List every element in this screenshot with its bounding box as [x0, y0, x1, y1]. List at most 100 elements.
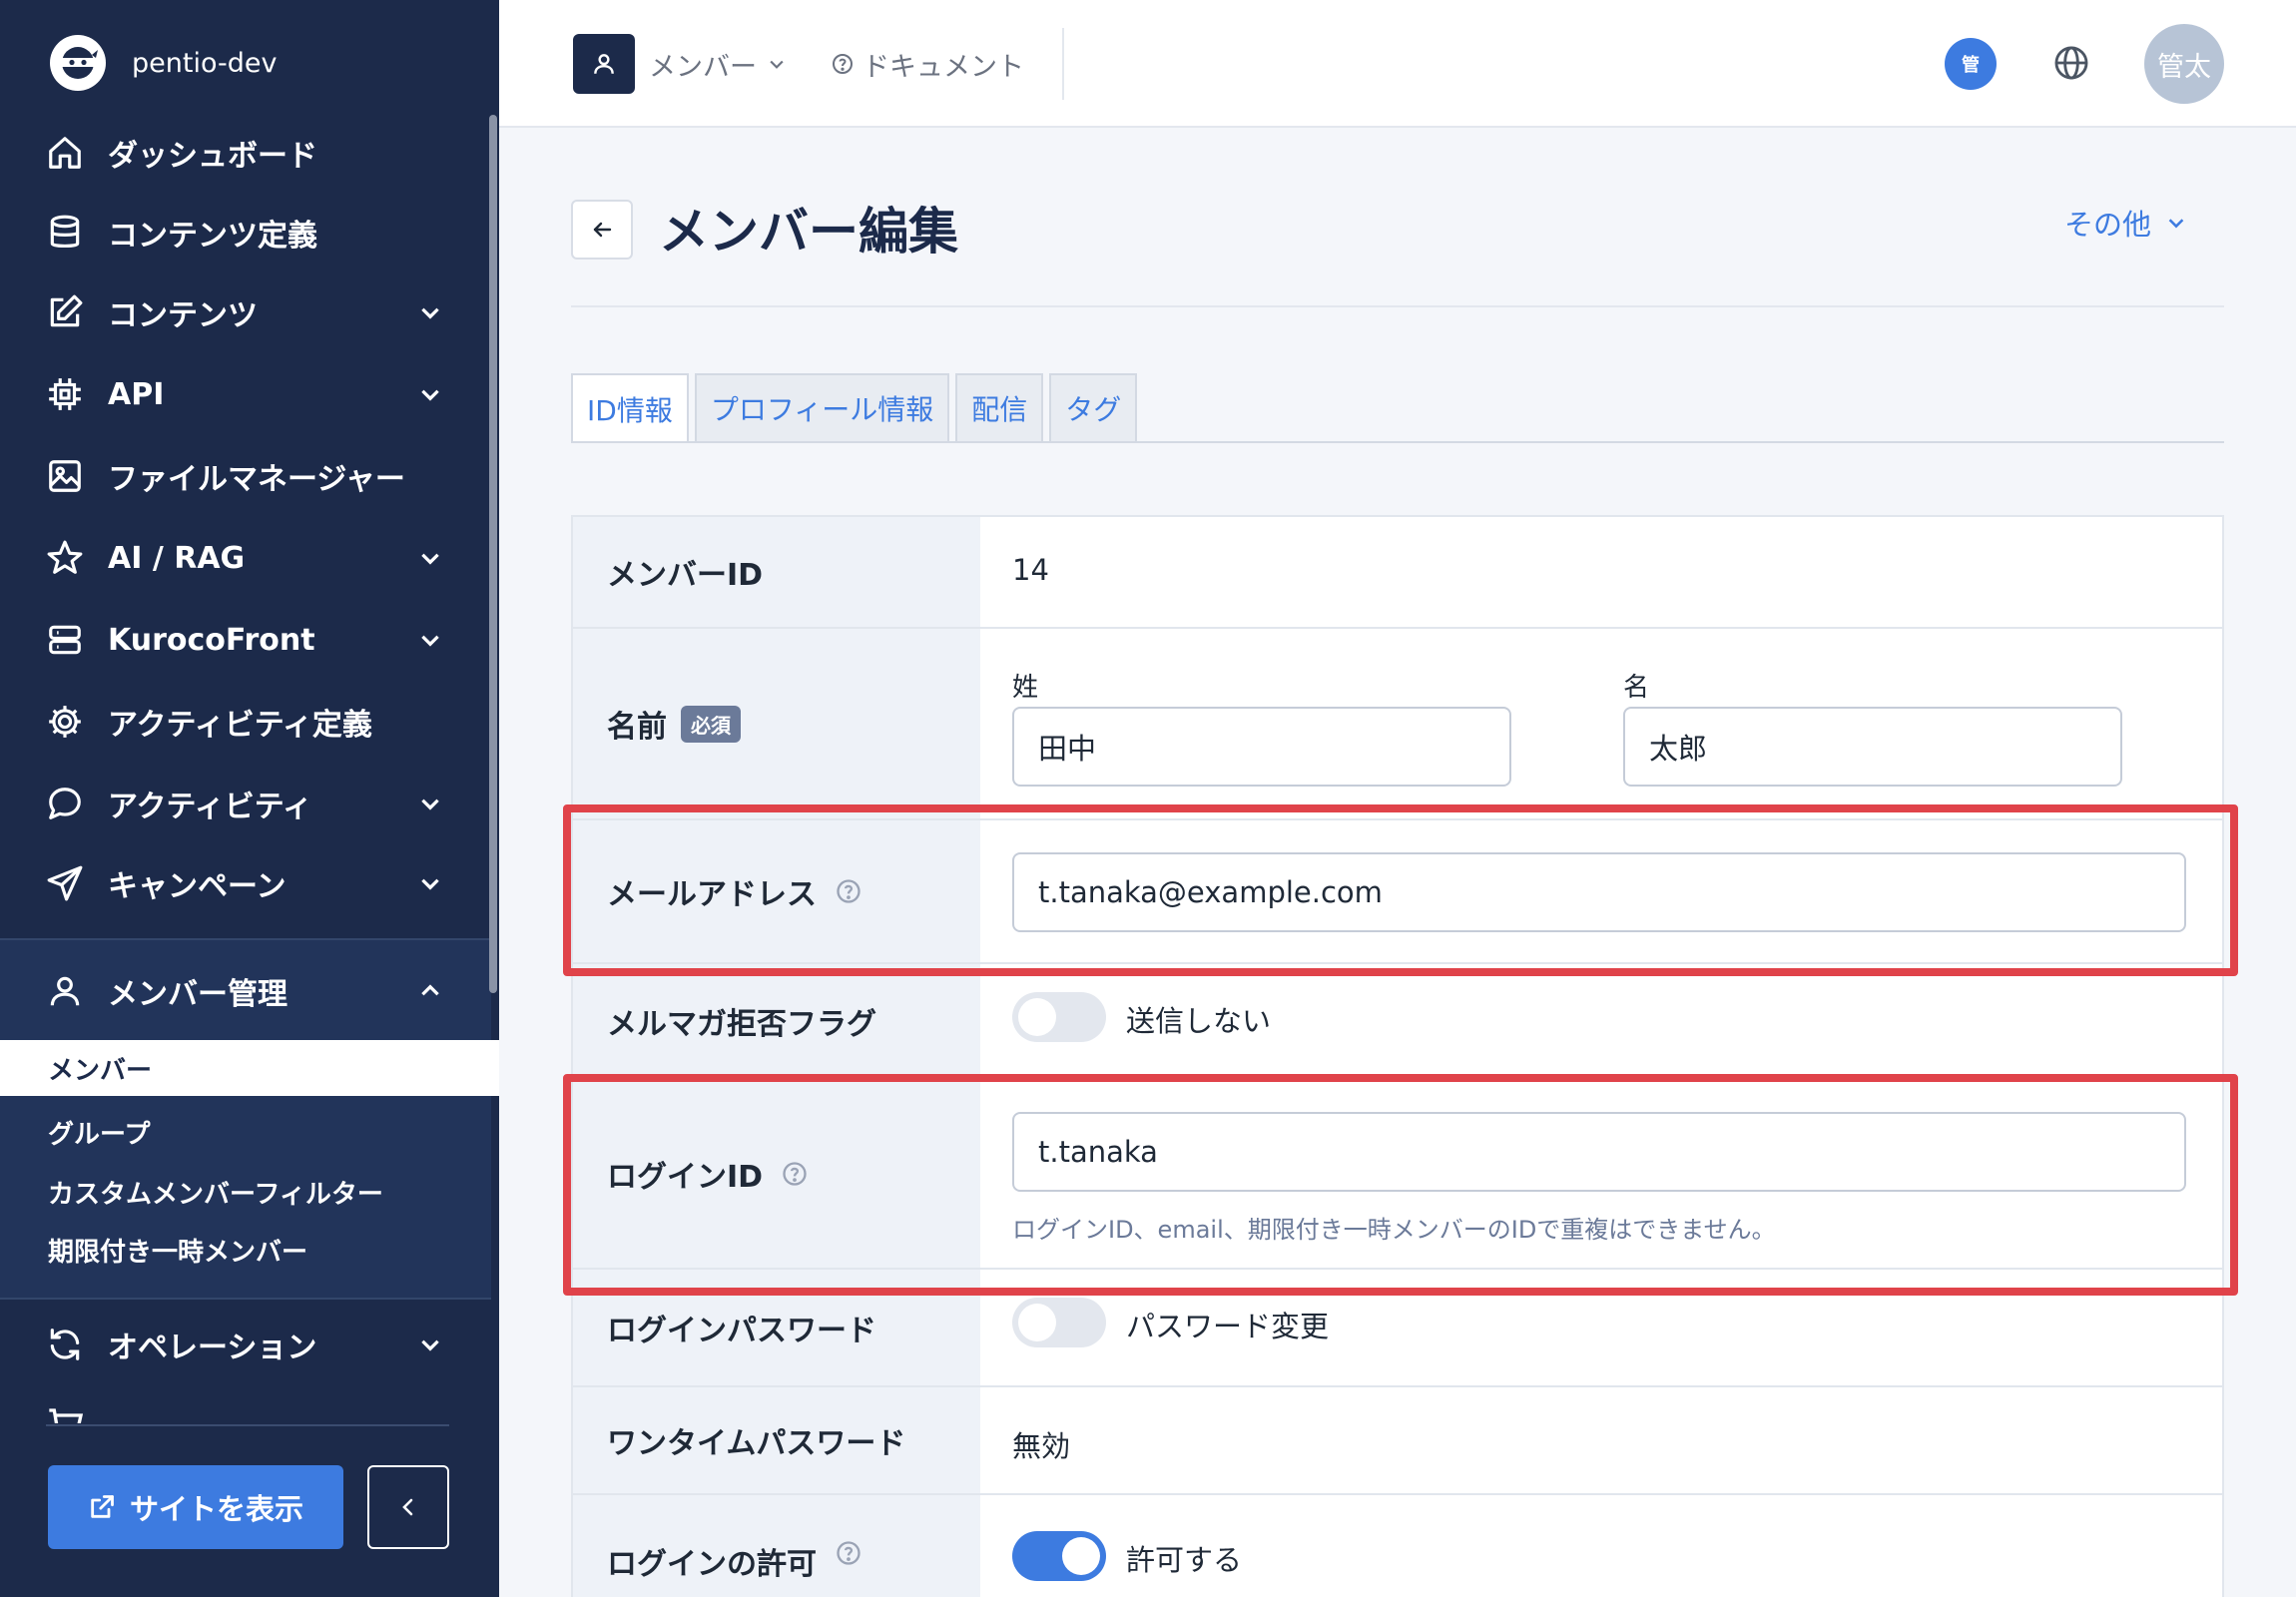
tab-profile-info[interactable]: プロフィール情報: [694, 373, 950, 441]
back-button[interactable]: [571, 200, 633, 260]
help-circle-icon[interactable]: [835, 1539, 862, 1567]
gear-icon: [49, 706, 81, 738]
chip-icon: [49, 378, 81, 410]
last-name-input[interactable]: [1012, 707, 1511, 787]
sidebar-item-label: ダッシュボード: [108, 139, 317, 174]
tab-bar-divider: [571, 441, 2224, 443]
chevron-left-icon: [402, 1498, 413, 1516]
sidebar-item-campaign[interactable]: キャンペーン: [0, 850, 491, 916]
title-divider: [571, 305, 2224, 307]
sidebar-item-kurocofront[interactable]: KurocoFront: [0, 607, 491, 673]
password-change-toggle[interactable]: [1012, 1298, 1106, 1347]
user-avatar[interactable]: 管太: [2144, 24, 2224, 104]
form-row-password: ログインパスワード パスワード変更: [573, 1270, 2222, 1387]
brand[interactable]: pentio-dev: [50, 34, 277, 92]
view-site-button[interactable]: サイトを表示: [48, 1465, 343, 1549]
toggle-knob: [1062, 1537, 1100, 1575]
sidebar-item-activity[interactable]: アクティビティ: [0, 771, 491, 836]
chevron-down-icon: [421, 798, 439, 810]
sidebar-item-label: ファイルマネージャー: [108, 462, 405, 497]
password-label: ログインパスワード: [573, 1270, 980, 1385]
sidebar-item-operation[interactable]: オペレーション: [0, 1312, 491, 1377]
first-name-label: 名: [1623, 673, 1650, 703]
sidebar-item-label: キャンペーン: [108, 869, 287, 904]
tab-delivery[interactable]: 配信: [955, 373, 1044, 441]
login-id-note: ログインID、email、期限付き一時メンバーのIDで重複はできません。: [1012, 1216, 1776, 1244]
chevron-down-icon: [770, 60, 784, 69]
view-site-label: サイトを表示: [129, 1492, 303, 1526]
sidebar-subitem-group[interactable]: グループ: [0, 1104, 499, 1160]
login-id-input[interactable]: [1012, 1112, 2186, 1192]
help-circle-icon: [833, 54, 853, 74]
newsletter-toggle-label: 送信しない: [1126, 1004, 1272, 1038]
external-link-icon: [91, 1495, 114, 1518]
form-row-login-allowed: ログインの許可 許可する: [573, 1495, 2222, 1597]
main-content: メンバー編集 その他 ID情報 プロフィール情報 配信 タグ メンバーID 14…: [499, 130, 2296, 1597]
sidebar-item-label: アクティビティ: [108, 790, 312, 824]
sidebar-item-member-management[interactable]: メンバー管理: [0, 958, 491, 1024]
sidebar-item-label: コンテンツ: [108, 298, 258, 333]
member-section-label: メンバー: [649, 51, 757, 83]
arrow-left-icon: [593, 222, 612, 238]
form-row-member-id: メンバーID 14: [573, 517, 2222, 629]
chat-icon: [49, 788, 81, 819]
sidebar-bottom-divider: [46, 1424, 449, 1426]
sidebar-divider: [0, 1298, 491, 1300]
sidebar-item-ai-rag[interactable]: AI / RAG: [0, 525, 491, 591]
sidebar-item-content[interactable]: コンテンツ: [0, 279, 491, 345]
documentation-label: ドキュメント: [862, 51, 1024, 83]
last-name-label: 姓: [1012, 673, 1039, 703]
sidebar-subitem-member[interactable]: メンバー: [0, 1040, 499, 1096]
sidebar-item-dashboard[interactable]: ダッシュボード: [0, 120, 491, 186]
other-actions-label: その他: [2064, 208, 2152, 242]
help-circle-icon[interactable]: [781, 1160, 809, 1188]
first-name-input[interactable]: [1623, 707, 2122, 787]
sidebar-item-api[interactable]: API: [0, 361, 491, 427]
otp-value: 無効: [1012, 1429, 1071, 1463]
form-row-name: 名前 必須 姓 名: [573, 629, 2222, 820]
otp-label: ワンタイムパスワード: [573, 1387, 980, 1493]
other-actions-menu[interactable]: その他: [2064, 196, 2187, 250]
sidebar-item-label: オペレーション: [108, 1331, 317, 1365]
tab-tags[interactable]: タグ: [1049, 373, 1138, 441]
sync-icon: [50, 1329, 80, 1360]
member-section-icon-box[interactable]: [573, 34, 635, 94]
globe-icon[interactable]: [2052, 44, 2090, 82]
role-badge[interactable]: 管: [1945, 38, 1997, 90]
sidebar: pentio-dev ダッシュボード コンテンツ定義 コンテンツ API ファイ…: [0, 0, 499, 1597]
page-title: メンバー編集: [659, 203, 958, 261]
help-circle-icon[interactable]: [835, 877, 862, 905]
tab-bar: ID情報 プロフィール情報 配信 タグ: [571, 373, 1138, 443]
form-row-email: メールアドレス: [573, 820, 2222, 964]
collapse-sidebar-button[interactable]: [367, 1465, 449, 1549]
edit-icon: [50, 294, 83, 327]
chevron-up-icon: [421, 984, 439, 996]
chevron-down-icon: [421, 389, 439, 401]
image-icon: [49, 460, 81, 492]
login-allowed-toggle-label: 許可する: [1126, 1543, 1243, 1577]
sidebar-item-activity-definition[interactable]: アクティビティ定義: [0, 689, 491, 755]
member-section-menu[interactable]: メンバー: [649, 42, 787, 86]
sidebar-item-content-definition[interactable]: コンテンツ定義: [0, 200, 491, 266]
login-allowed-toggle[interactable]: [1012, 1531, 1106, 1581]
newsletter-label: メルマガ拒否フラグ: [573, 964, 980, 1078]
toggle-knob: [1018, 998, 1056, 1036]
sidebar-item-label: アクティビティ定義: [108, 708, 372, 743]
user-icon: [594, 54, 614, 74]
newsletter-toggle[interactable]: [1012, 992, 1106, 1042]
user-icon: [50, 976, 80, 1006]
cart-icon: [49, 1408, 84, 1423]
sidebar-item-label: API: [108, 376, 165, 412]
sidebar-subitem-temporary-member[interactable]: 期限付き一時メンバー: [0, 1222, 499, 1278]
tab-id-info[interactable]: ID情報: [571, 373, 689, 443]
documentation-link[interactable]: ドキュメント: [831, 42, 1024, 86]
sidebar-scrollbar[interactable]: [489, 115, 497, 993]
sidebar-subitem-custom-member-filter[interactable]: カスタムメンバーフィルター: [0, 1164, 499, 1220]
email-input[interactable]: [1012, 852, 2186, 932]
sidebar-item-clipped: [46, 1405, 166, 1423]
ninja-logo-icon: [50, 35, 106, 91]
password-toggle-label: パスワード変更: [1126, 1310, 1330, 1343]
sidebar-item-file-manager[interactable]: ファイルマネージャー: [0, 443, 491, 509]
database-icon: [50, 215, 80, 249]
form-row-newsletter: メルマガ拒否フラグ 送信しない: [573, 964, 2222, 1080]
